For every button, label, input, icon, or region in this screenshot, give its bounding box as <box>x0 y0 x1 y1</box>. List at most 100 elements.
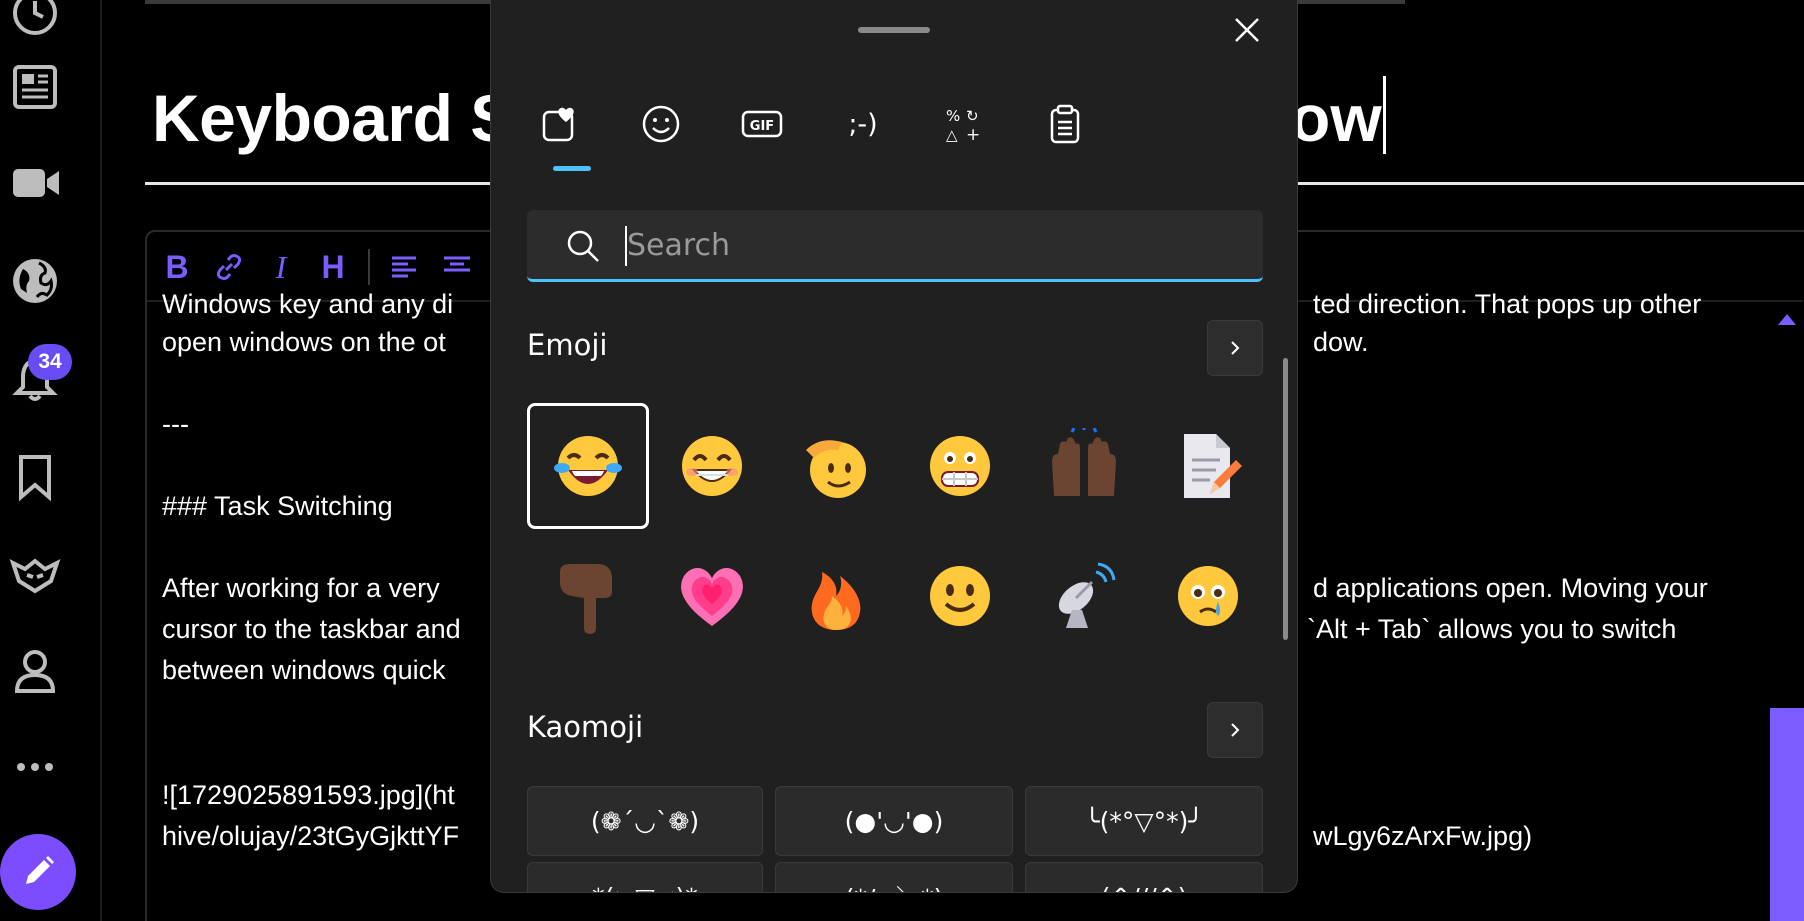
video-camera-icon <box>13 169 59 197</box>
emoji-face-with-tears-of-joy[interactable] <box>527 403 649 529</box>
panel-drag-handle[interactable] <box>858 27 930 33</box>
wolf-icon <box>9 558 61 594</box>
tab-kaomoji[interactable]: ;-) <box>840 100 886 148</box>
tab-emoji[interactable] <box>638 100 684 148</box>
active-tab-indicator <box>553 166 591 171</box>
svg-text:↻: ↻ <box>966 107 979 125</box>
emoji-beaming-face-with-smiling-eyes[interactable] <box>651 403 773 529</box>
title-text-caret <box>1383 76 1386 154</box>
link-icon <box>216 254 242 280</box>
search-text-caret <box>625 226 627 266</box>
editor-scrollbar-thumb[interactable] <box>1770 708 1804 921</box>
chevron-right-icon <box>1231 341 1240 355</box>
body-line-left: ![1729025891593.jpg](ht <box>162 780 455 810</box>
tab-clipboard[interactable] <box>1042 100 1088 148</box>
svg-text:+: + <box>966 125 980 144</box>
body-line-right: ted direction. That pops up other <box>1313 289 1702 319</box>
editor-scroll-up-arrow[interactable] <box>1778 314 1796 325</box>
heart-favorites-icon <box>542 107 574 142</box>
body-line-left: hive/olujay/23tGyGjkttYF <box>162 821 460 851</box>
kaomoji-item[interactable]: (❁´◡`❁) <box>527 786 763 856</box>
smiley-icon <box>642 105 680 143</box>
sidebar-item-profile[interactable] <box>0 636 70 706</box>
sidebar-item-bookmarks[interactable] <box>0 442 70 512</box>
memo-icon <box>1184 434 1242 498</box>
emoji-slightly-smiling-face[interactable] <box>899 533 1021 659</box>
emoji-grimacing-face[interactable] <box>899 403 1021 529</box>
emoji-memo[interactable] <box>1147 403 1269 529</box>
growing-heart-icon <box>681 567 743 626</box>
satellite-antenna-icon <box>1058 562 1116 628</box>
pencil-icon <box>26 856 54 884</box>
emoji-panel: GIF ;-) % ↻ △ + Emoji <box>490 0 1298 893</box>
gif-icon: GIF <box>741 110 783 138</box>
beaming-face-icon <box>682 436 742 496</box>
search-box[interactable] <box>527 210 1263 282</box>
search-input[interactable] <box>627 220 1227 270</box>
sidebar-item-explore[interactable] <box>0 246 70 316</box>
sidebar-item-communities[interactable] <box>0 538 70 608</box>
raising-hands-icon <box>1052 428 1116 496</box>
emoji-more-button[interactable] <box>1207 320 1263 376</box>
body-line-right: d applications open. Moving your <box>1313 573 1708 603</box>
align-center-button[interactable] <box>440 250 474 284</box>
close-button[interactable] <box>1229 12 1265 48</box>
sidebar: 34 <box>0 0 102 921</box>
face-with-tears-of-joy-icon <box>554 436 622 496</box>
backhand-index-pointing-down-icon <box>560 564 612 634</box>
emoji-face-holding-back-tears[interactable] <box>1147 533 1269 659</box>
grimacing-face-icon <box>930 436 990 496</box>
align-left-icon <box>392 256 416 278</box>
kaomoji-more-button[interactable] <box>1207 702 1263 758</box>
body-line-right: wLgy6zArxFw.jpg) <box>1313 821 1533 851</box>
toolbar-separator <box>368 249 370 285</box>
align-center-icon <box>444 256 470 272</box>
post-title-right[interactable]: ow <box>1290 80 1382 156</box>
body-line-left: ### Task Switching <box>162 491 393 521</box>
sidebar-item-history[interactable] <box>0 0 70 48</box>
emoji-fire[interactable] <box>775 533 897 659</box>
emoji-growing-heart[interactable] <box>651 533 773 659</box>
more-icon <box>17 763 53 771</box>
emoji-saluting-face[interactable] <box>775 403 897 529</box>
tab-gif[interactable]: GIF <box>739 100 785 148</box>
compose-button[interactable] <box>0 834 76 910</box>
tab-favorites[interactable] <box>537 100 583 148</box>
heading-button[interactable]: H <box>316 249 350 285</box>
clock-icon <box>13 0 57 35</box>
sidebar-item-videos[interactable] <box>0 148 70 218</box>
post-title-left[interactable]: Keyboard S <box>152 80 514 156</box>
search-icon <box>565 228 601 269</box>
close-icon <box>1235 18 1259 42</box>
link-button[interactable] <box>212 250 246 284</box>
body-line-right: dow. <box>1313 327 1369 357</box>
kaomoji-item[interactable]: (^///^) <box>1025 862 1263 892</box>
person-icon <box>14 650 56 693</box>
tab-symbols[interactable]: % ↻ △ + <box>941 100 987 148</box>
kaomoji-item[interactable]: (*/ω＼*) <box>775 862 1013 892</box>
emoji-grid <box>527 403 1267 661</box>
kaomoji-section-label: Kaomoji <box>527 710 644 744</box>
kaomoji-item[interactable]: (●'◡'●) <box>775 786 1013 856</box>
sidebar-item-more[interactable] <box>0 732 70 802</box>
svg-text:GIF: GIF <box>750 119 774 134</box>
face-holding-back-tears-icon <box>1178 566 1238 626</box>
body-line-left: cursor to the taskbar and <box>162 614 461 644</box>
sidebar-item-news[interactable] <box>0 52 70 122</box>
kaomoji-item[interactable]: ╰(*°▽°*)╯ <box>1025 786 1263 856</box>
align-left-button[interactable] <box>388 250 422 284</box>
svg-text:△: △ <box>946 126 958 144</box>
emoji-satellite-antenna[interactable] <box>1023 533 1145 659</box>
bookmark-icon <box>19 455 51 502</box>
emoji-backhand-index-pointing-down[interactable] <box>527 533 649 659</box>
emoji-raising-hands[interactable] <box>1023 403 1145 529</box>
slightly-smiling-face-icon <box>930 566 990 626</box>
bold-button[interactable]: B <box>160 249 194 285</box>
kaomoji-item[interactable]: *(>▽<)* <box>527 862 763 892</box>
kaomoji-grid: (❁´◡`❁) (●'◡'●) ╰(*°▽°*)╯ *(>▽<)* (*/ω＼*… <box>527 786 1263 892</box>
notification-count-badge: 34 <box>28 344 72 380</box>
italic-button[interactable]: I <box>264 249 298 285</box>
panel-scrollbar[interactable] <box>1283 358 1288 640</box>
clipboard-icon <box>1050 104 1080 144</box>
body-line-left: Windows key and any di <box>162 289 454 319</box>
